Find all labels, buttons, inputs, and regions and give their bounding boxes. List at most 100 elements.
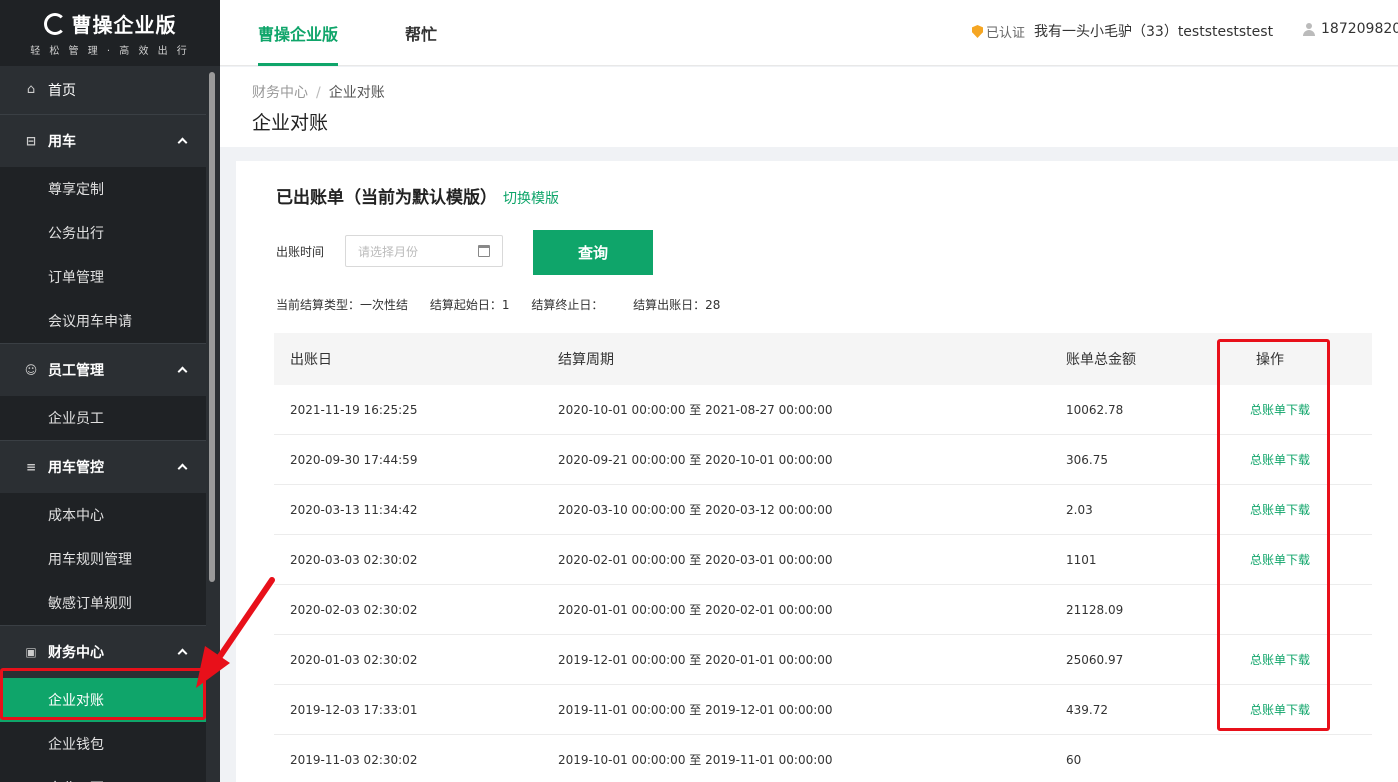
sidebar-item-business-trip[interactable]: 公务出行: [0, 211, 206, 255]
cell-period: 2020-09-21 00:00:00 至 2020-10-01 00:00:0…: [558, 453, 833, 467]
annotation-box-menu: [0, 668, 206, 720]
wallet-icon: ▣: [25, 645, 37, 659]
cell-amount: 25060.97: [1066, 652, 1124, 667]
sidebar-item-sensitive-rules[interactable]: 敏感订单规则: [0, 581, 206, 625]
column-header-date: 出账日: [290, 352, 332, 368]
page-header: 财务中心 / 企业对账 企业对账: [220, 67, 1398, 147]
cell-date: 2021-11-19 16:25:25: [290, 402, 418, 417]
calendar-icon: [478, 245, 490, 257]
sidebar-group-label: 财务中心: [48, 645, 104, 661]
table-row: 2019-11-03 02:30:02 2019-10-01 00:00:00 …: [274, 735, 1372, 782]
logo-title: 曹操企业版: [71, 13, 177, 37]
tab-enterprise[interactable]: 曹操企业版: [258, 0, 339, 66]
cell-date: 2019-11-03 02:30:02: [290, 752, 418, 767]
cell-period: 2019-12-01 00:00:00 至 2020-01-01 00:00:0…: [558, 653, 833, 667]
company-name[interactable]: 我有一头小毛驴（33）teststeststest: [1034, 21, 1273, 41]
car-icon: ⊟: [25, 134, 37, 148]
filter-label: 出账时间: [276, 245, 325, 259]
shield-icon: [972, 25, 983, 38]
chevron-up-icon: [177, 648, 188, 659]
sidebar-item-rules[interactable]: 用车规则管理: [0, 537, 206, 581]
cell-amount: 2.03: [1066, 502, 1093, 517]
sidebar-item-premium[interactable]: 尊享定制: [0, 167, 206, 211]
sidebar-group-label: 用车: [48, 134, 76, 150]
cell-period: 2019-11-01 00:00:00 至 2019-12-01 00:00:0…: [558, 703, 833, 717]
cell-amount: 439.72: [1066, 702, 1108, 717]
table-row: 2019-12-03 17:33:01 2019-11-01 00:00:00 …: [274, 685, 1372, 735]
sidebar-item-home[interactable]: ⌂ 首页: [0, 66, 206, 114]
table-row: 2020-02-03 02:30:02 2020-01-01 00:00:00 …: [274, 585, 1372, 635]
page-title: 企业对账: [252, 112, 329, 134]
sliders-icon: ≡: [25, 460, 37, 474]
cell-period: 2019-10-01 00:00:00 至 2019-11-01 00:00:0…: [558, 753, 833, 767]
cell-date: 2020-01-03 02:30:02: [290, 652, 418, 667]
sidebar-item-employees[interactable]: 企业员工: [0, 396, 206, 440]
cell-amount: 10062.78: [1066, 402, 1124, 417]
table-row: 2020-09-30 17:44:59 2020-09-21 00:00:00 …: [274, 435, 1372, 485]
cell-period: 2020-02-01 00:00:00 至 2020-03-01 00:00:0…: [558, 553, 833, 567]
sidebar-item-invoice[interactable]: 企业开票: [0, 766, 206, 782]
sidebar-item-orders[interactable]: 订单管理: [0, 255, 206, 299]
cell-date: 2020-03-03 02:30:02: [290, 552, 418, 567]
table-row: 2020-03-13 11:34:42 2020-03-10 00:00:00 …: [274, 485, 1372, 535]
cell-period: 2020-01-01 00:00:00 至 2020-02-01 00:00:0…: [558, 603, 833, 617]
sidebar-item-cost-center[interactable]: 成本中心: [0, 493, 206, 537]
top-navigation: 曹操企业版 帮忙 已认证 我有一头小毛驴（33）teststeststest 1…: [220, 0, 1398, 66]
cell-period: 2020-03-10 00:00:00 至 2020-03-12 00:00:0…: [558, 503, 833, 517]
table-row: 2020-01-03 02:30:02 2019-12-01 00:00:00 …: [274, 635, 1372, 685]
breadcrumb-current: 企业对账: [328, 85, 385, 101]
switch-template-link[interactable]: 切换模版: [503, 191, 559, 207]
cell-date: 2020-09-30 17:44:59: [290, 452, 418, 467]
column-header-period: 结算周期: [558, 352, 614, 368]
sidebar-group-control[interactable]: ≡ 用车管控: [0, 441, 206, 493]
certified-label: 已认证: [986, 26, 1026, 41]
sidebar-scrollbar[interactable]: [209, 72, 215, 582]
sidebar-group-staff[interactable]: ☺ 员工管理: [0, 344, 206, 396]
cell-amount: 60: [1066, 752, 1082, 767]
month-picker-placeholder: 请选择月份: [358, 244, 419, 259]
sidebar-item-wallet[interactable]: 企业钱包: [0, 722, 206, 766]
annotation-box-actions: [1217, 339, 1330, 731]
sidebar-item-label: 首页: [48, 83, 76, 99]
sidebar-group-label: 用车管控: [48, 460, 104, 476]
user-icon: [1303, 22, 1315, 36]
month-picker[interactable]: 请选择月份: [345, 235, 503, 267]
chevron-up-icon: [177, 463, 188, 474]
logo-subtitle: 轻 松 管 理 · 高 效 出 行: [30, 46, 190, 57]
cell-amount: 21128.09: [1066, 602, 1124, 617]
settlement-bill-day: 结算出账日：28: [633, 298, 721, 312]
logo[interactable]: 曹操企业版 轻 松 管 理 · 高 效 出 行: [0, 0, 220, 66]
user-phone: 18720982031: [1321, 21, 1398, 37]
table-header: 出账日 结算周期 账单总金额 操作: [274, 333, 1372, 385]
cell-period: 2020-10-01 00:00:00 至 2021-08-27 00:00:0…: [558, 403, 833, 417]
settlement-type: 当前结算类型：一次性结: [276, 298, 409, 312]
sidebar-group-vehicle[interactable]: ⊟ 用车: [0, 115, 206, 167]
settlement-start: 结算起始日：1: [429, 298, 510, 312]
cell-date: 2020-02-03 02:30:02: [290, 602, 418, 617]
table-row: 2020-03-03 02:30:02 2020-02-01 00:00:00 …: [274, 535, 1372, 585]
sidebar: 曹操企业版 轻 松 管 理 · 高 效 出 行 ⌂ 首页 ⊟ 用车 尊享定制 公…: [0, 0, 220, 782]
home-icon: ⌂: [26, 82, 36, 97]
breadcrumb-finance[interactable]: 财务中心: [252, 85, 308, 101]
column-header-amount: 账单总金额: [1066, 352, 1136, 368]
user-account[interactable]: 18720982031: [1303, 21, 1398, 37]
cell-amount: 1101: [1066, 552, 1097, 567]
user-icon: ☺: [24, 363, 38, 377]
settlement-summary: 当前结算类型：一次性结 结算起始日：1 结算终止日： 结算出账日：28: [276, 296, 738, 313]
chevron-up-icon: [177, 137, 188, 148]
chevron-up-icon: [177, 366, 188, 377]
sidebar-group-label: 员工管理: [48, 363, 104, 379]
tab-help[interactable]: 帮忙: [405, 0, 437, 66]
bill-table: 出账日 结算周期 账单总金额 操作 2021-11-19 16:25:25 20…: [274, 333, 1372, 782]
cell-date: 2019-12-03 17:33:01: [290, 702, 418, 717]
breadcrumb: 财务中心 / 企业对账: [252, 85, 385, 101]
query-button[interactable]: 查询: [533, 230, 653, 275]
sidebar-item-meeting-request[interactable]: 会议用车申请: [0, 299, 206, 343]
settlement-end: 结算终止日：: [531, 298, 604, 312]
cell-amount: 306.75: [1066, 452, 1108, 467]
cell-date: 2020-03-13 11:34:42: [290, 502, 418, 517]
certified-badge: 已认证: [972, 22, 1025, 41]
table-row: 2021-11-19 16:25:25 2020-10-01 00:00:00 …: [274, 385, 1372, 435]
logo-icon: [43, 12, 66, 35]
card-title: 已出账单（当前为默认模版） 切换模版: [276, 188, 559, 208]
